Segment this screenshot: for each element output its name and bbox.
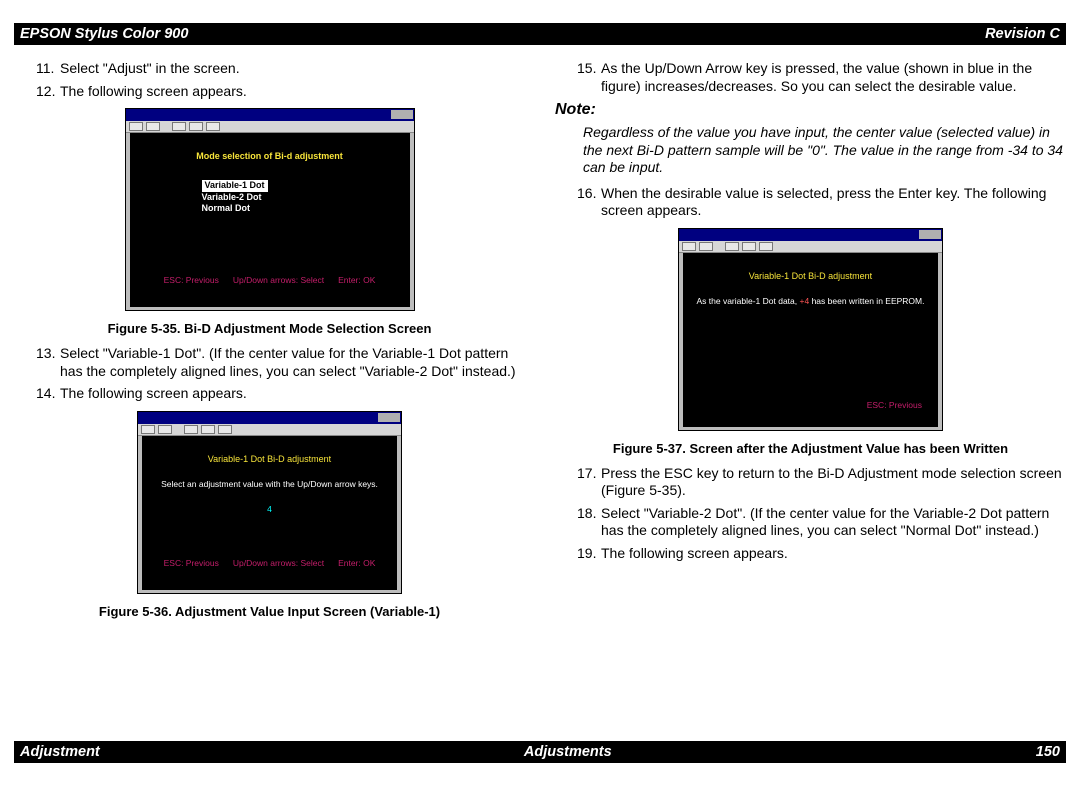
line-post: has been written in EEPROM. bbox=[812, 296, 925, 306]
toolbar-button-icon bbox=[206, 122, 220, 131]
footer-bar: Adjustment Adjustments 150 bbox=[14, 741, 1066, 763]
option: Normal Dot bbox=[202, 203, 400, 214]
window-toolbar bbox=[138, 424, 401, 436]
step-text: The following screen appears. bbox=[60, 83, 525, 101]
right-column: 15. As the Up/Down Arrow key is pressed,… bbox=[555, 55, 1066, 628]
step-18: 18. Select "Variable-2 Dot". (If the cen… bbox=[577, 505, 1066, 540]
screen-body: Variable-1 Dot Bi-D adjustment Select an… bbox=[142, 436, 397, 590]
esc-hint: ESC: Previous bbox=[867, 400, 922, 411]
figure-5-36: Variable-1 Dot Bi-D adjustment Select an… bbox=[137, 411, 402, 594]
step-16: 16. When the desirable value is selected… bbox=[577, 185, 1066, 220]
step-text: Select "Adjust" in the screen. bbox=[60, 60, 525, 78]
screen-line: As the variable-1 Dot data, +4 has been … bbox=[693, 296, 928, 307]
window-buttons-icon bbox=[919, 230, 941, 239]
step-17: 17. Press the ESC key to return to the B… bbox=[577, 465, 1066, 500]
step-text: The following screen appears. bbox=[60, 385, 525, 403]
figure-caption: Figure 5-35. Bi-D Adjustment Mode Select… bbox=[14, 321, 525, 337]
step-number: 19. bbox=[577, 545, 601, 563]
step-number: 12. bbox=[36, 83, 60, 101]
footer-left: Adjustment bbox=[20, 744, 100, 760]
step-13: 13. Select "Variable-1 Dot". (If the cen… bbox=[36, 345, 525, 380]
toolbar-button-icon bbox=[759, 242, 773, 251]
screen-title: Variable-1 Dot Bi-D adjustment bbox=[152, 454, 387, 465]
toolbar-button-icon bbox=[158, 425, 172, 434]
step-12: 12. The following screen appears. bbox=[36, 83, 525, 101]
screen-footer: ESC: Previous bbox=[693, 400, 928, 411]
step-11: 11. Select "Adjust" in the screen. bbox=[36, 60, 525, 78]
content-columns: 11. Select "Adjust" in the screen. 12. T… bbox=[14, 55, 1066, 628]
toolbar-button-icon bbox=[699, 242, 713, 251]
figure-5-35: Mode selection of Bi-d adjustment Variab… bbox=[125, 108, 415, 311]
option-list: Variable-1 Dot Variable-2 Dot Normal Dot bbox=[202, 180, 400, 214]
step-number: 11. bbox=[36, 60, 60, 78]
step-text: Select "Variable-2 Dot". (If the center … bbox=[601, 505, 1066, 540]
arrows-hint: Up/Down arrows: Select bbox=[233, 275, 324, 286]
header-bar: EPSON Stylus Color 900 Revision C bbox=[14, 23, 1066, 45]
step-text: As the Up/Down Arrow key is pressed, the… bbox=[601, 60, 1066, 95]
screen-body: Variable-1 Dot Bi-D adjustment As the va… bbox=[683, 253, 938, 427]
window-toolbar bbox=[679, 241, 942, 253]
screen-value: 4 bbox=[152, 504, 387, 515]
step-text: When the desirable value is selected, pr… bbox=[601, 185, 1066, 220]
step-number: 15. bbox=[577, 60, 601, 95]
window-titlebar bbox=[126, 109, 414, 121]
toolbar-button-icon bbox=[146, 122, 160, 131]
esc-hint: ESC: Previous bbox=[164, 558, 219, 569]
note-label: Note: bbox=[555, 100, 1066, 120]
step-number: 13. bbox=[36, 345, 60, 380]
toolbar-button-icon bbox=[172, 122, 186, 131]
option-selected: Variable-1 Dot bbox=[202, 180, 268, 191]
step-15: 15. As the Up/Down Arrow key is pressed,… bbox=[577, 60, 1066, 95]
screen-footer: ESC: Previous Up/Down arrows: Select Ent… bbox=[152, 558, 387, 569]
option: Variable-2 Dot bbox=[202, 192, 400, 203]
figure-5-37: Variable-1 Dot Bi-D adjustment As the va… bbox=[678, 228, 943, 431]
step-text: The following screen appears. bbox=[601, 545, 1066, 563]
window-titlebar bbox=[138, 412, 401, 424]
window-frame: Variable-1 Dot Bi-D adjustment Select an… bbox=[137, 411, 402, 594]
esc-hint: ESC: Previous bbox=[164, 275, 219, 286]
header-right: Revision C bbox=[985, 26, 1060, 42]
line-value: +4 bbox=[800, 296, 810, 306]
step-19: 19. The following screen appears. bbox=[577, 545, 1066, 563]
screen-footer: ESC: Previous Up/Down arrows: Select Ent… bbox=[140, 275, 400, 286]
toolbar-button-icon bbox=[742, 242, 756, 251]
toolbar-button-icon bbox=[725, 242, 739, 251]
figure-caption: Figure 5-37. Screen after the Adjustment… bbox=[555, 441, 1066, 457]
header-left: EPSON Stylus Color 900 bbox=[20, 26, 188, 42]
window-frame: Mode selection of Bi-d adjustment Variab… bbox=[125, 108, 415, 311]
window-frame: Variable-1 Dot Bi-D adjustment As the va… bbox=[678, 228, 943, 431]
window-toolbar bbox=[126, 121, 414, 133]
toolbar-button-icon bbox=[184, 425, 198, 434]
toolbar-button-icon bbox=[141, 425, 155, 434]
screen-title: Variable-1 Dot Bi-D adjustment bbox=[693, 271, 928, 282]
arrows-hint: Up/Down arrows: Select bbox=[233, 558, 324, 569]
window-titlebar bbox=[679, 229, 942, 241]
line-pre: As the variable-1 Dot data, bbox=[696, 296, 797, 306]
left-column: 11. Select "Adjust" in the screen. 12. T… bbox=[14, 55, 525, 628]
screen-title: Mode selection of Bi-d adjustment bbox=[140, 151, 400, 162]
toolbar-button-icon bbox=[189, 122, 203, 131]
figure-caption: Figure 5-36. Adjustment Value Input Scre… bbox=[14, 604, 525, 620]
footer-right: 150 bbox=[1036, 744, 1060, 760]
enter-hint: Enter: OK bbox=[338, 558, 375, 569]
footer-center: Adjustments bbox=[524, 744, 612, 760]
toolbar-button-icon bbox=[129, 122, 143, 131]
toolbar-button-icon bbox=[682, 242, 696, 251]
step-number: 18. bbox=[577, 505, 601, 540]
step-text: Press the ESC key to return to the Bi-D … bbox=[601, 465, 1066, 500]
enter-hint: Enter: OK bbox=[338, 275, 375, 286]
note-body: Regardless of the value you have input, … bbox=[583, 124, 1066, 177]
toolbar-button-icon bbox=[218, 425, 232, 434]
screen-instruction: Select an adjustment value with the Up/D… bbox=[152, 479, 387, 490]
step-number: 17. bbox=[577, 465, 601, 500]
step-number: 14. bbox=[36, 385, 60, 403]
step-14: 14. The following screen appears. bbox=[36, 385, 525, 403]
screen-body: Mode selection of Bi-d adjustment Variab… bbox=[130, 133, 410, 307]
toolbar-button-icon bbox=[201, 425, 215, 434]
window-buttons-icon bbox=[391, 110, 413, 119]
window-buttons-icon bbox=[378, 413, 400, 422]
step-text: Select "Variable-1 Dot". (If the center … bbox=[60, 345, 525, 380]
step-number: 16. bbox=[577, 185, 601, 220]
